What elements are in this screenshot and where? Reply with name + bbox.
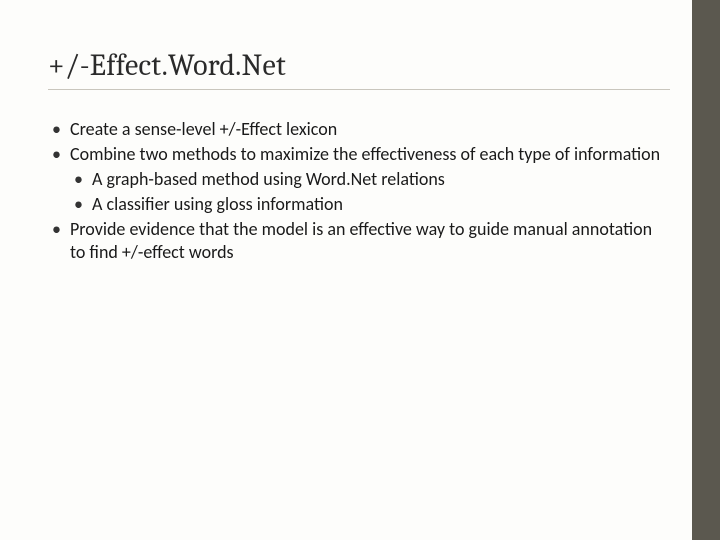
bullet-text: A classifier using gloss information: [92, 193, 343, 215]
slide: +/-Effect.Word.Net Create a sense-level …: [0, 0, 720, 540]
list-item: Provide evidence that the model is an ef…: [48, 218, 670, 264]
list-item: Combine two methods to maximize the effe…: [48, 143, 670, 216]
title-rule: [48, 89, 670, 90]
list-item: A graph-based method using Word.Net rela…: [70, 168, 670, 191]
bullet-text: A graph-based method using Word.Net rela…: [92, 168, 445, 190]
list-item: A classifier using gloss information: [70, 193, 670, 216]
side-stripe: [692, 0, 720, 540]
bullet-text: Provide evidence that the model is an ef…: [70, 218, 652, 263]
list-item: Create a sense-level +/-Effect lexicon: [48, 118, 670, 141]
bullet-list: Create a sense-level +/-Effect lexicon C…: [48, 118, 670, 264]
bullet-text: Combine two methods to maximize the effe…: [70, 143, 660, 165]
bullet-text: Create a sense-level +/-Effect lexicon: [70, 118, 337, 140]
slide-content: +/-Effect.Word.Net Create a sense-level …: [48, 48, 670, 266]
slide-title: +/-Effect.Word.Net: [48, 48, 670, 83]
sub-bullet-list: A graph-based method using Word.Net rela…: [70, 168, 670, 216]
